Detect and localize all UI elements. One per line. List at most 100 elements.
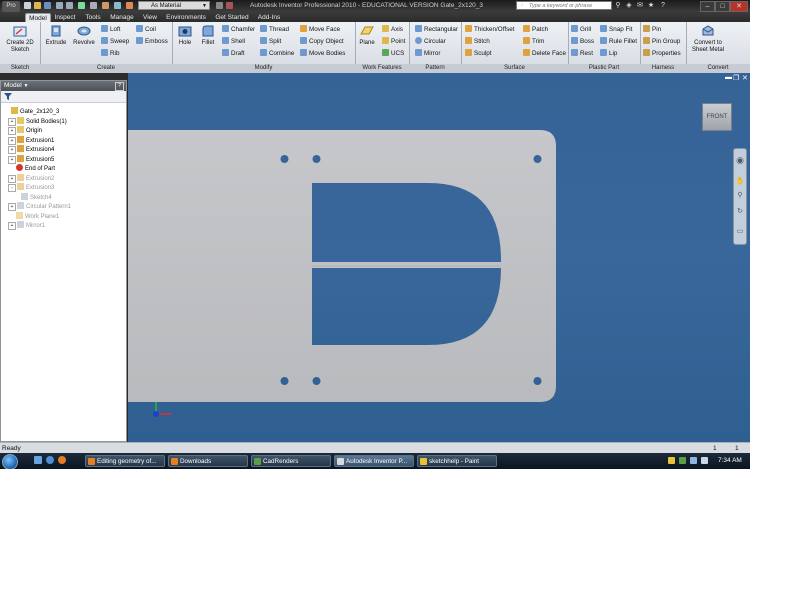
taskbar-item[interactable]: Autodesk Inventor P... bbox=[334, 455, 414, 467]
update-icon[interactable] bbox=[102, 2, 109, 9]
sweep-button[interactable]: Sweep bbox=[101, 37, 129, 47]
hole-button[interactable]: Hole bbox=[173, 24, 197, 62]
chamfer-button[interactable]: Chamfer bbox=[222, 25, 255, 35]
zoom-icon[interactable]: ⚲ bbox=[735, 191, 745, 201]
extrude-button[interactable]: Extrude bbox=[44, 24, 68, 62]
home-icon[interactable] bbox=[78, 2, 85, 9]
tree-item[interactable]: Work Plane1 bbox=[8, 211, 59, 221]
rib-button[interactable]: Rib bbox=[101, 49, 119, 59]
material-dropdown[interactable]: As Material ▼ bbox=[138, 1, 210, 10]
minimize-button[interactable]: – bbox=[700, 1, 715, 12]
circular-pattern-button[interactable]: Circular bbox=[415, 37, 446, 47]
tab-inspect[interactable]: Inspect bbox=[52, 13, 78, 22]
snap-fit-button[interactable]: Snap Fit bbox=[600, 25, 632, 35]
coil-button[interactable]: Coil bbox=[136, 25, 156, 35]
loft-button[interactable]: Loft bbox=[101, 25, 121, 35]
pan-icon[interactable]: ✋ bbox=[735, 177, 745, 187]
properties-button[interactable]: Properties bbox=[643, 49, 681, 59]
tab-environments[interactable]: Environments bbox=[163, 13, 209, 22]
expand-icon[interactable]: + bbox=[8, 117, 16, 126]
tree-item[interactable]: + Circular Pattern1 bbox=[8, 202, 71, 211]
tree-item[interactable]: + Extrusion5 bbox=[8, 154, 54, 164]
orbit-icon[interactable]: ↻ bbox=[735, 207, 745, 217]
expand-icon[interactable]: + bbox=[8, 136, 16, 145]
tree-item[interactable]: Sketch4 bbox=[13, 192, 52, 202]
tree-item[interactable]: + Extrusion2 bbox=[8, 173, 54, 183]
quick-access-more-icon[interactable] bbox=[226, 2, 233, 9]
taskbar-item[interactable]: sketchhelp - Paint bbox=[417, 455, 497, 467]
undo-icon[interactable] bbox=[56, 2, 63, 9]
tree-item[interactable]: + Extrusion4 bbox=[8, 145, 54, 154]
search-icon[interactable]: ⚲ bbox=[614, 2, 622, 10]
tab-get-started[interactable]: Get Started bbox=[212, 13, 252, 22]
save-icon[interactable] bbox=[44, 2, 51, 9]
move-face-button[interactable]: Move Face bbox=[300, 25, 340, 35]
expand-icon[interactable]: + bbox=[8, 155, 16, 164]
steering-wheel-icon[interactable]: ◉ bbox=[735, 155, 745, 165]
tab-add-ins[interactable]: Add-Ins bbox=[255, 13, 283, 22]
taskbar-item[interactable]: Downloads bbox=[168, 455, 248, 467]
delete-face-button[interactable]: Delete Face bbox=[523, 49, 566, 59]
help-icon[interactable]: ? bbox=[659, 2, 667, 10]
grill-button[interactable]: Grill bbox=[571, 25, 591, 35]
tray-warning-icon[interactable] bbox=[668, 457, 675, 464]
axis-button[interactable]: Axis bbox=[382, 25, 403, 35]
rule-fillet-button[interactable]: Rule Fillet bbox=[600, 37, 637, 47]
split-button[interactable]: Split bbox=[260, 37, 281, 47]
maximize-button[interactable]: □ bbox=[715, 1, 730, 12]
taskbar-item[interactable]: Editing geometry of... bbox=[85, 455, 165, 467]
pin-button[interactable]: Pin bbox=[643, 25, 661, 35]
clock[interactable]: 7:34 AM bbox=[718, 455, 742, 467]
properties-icon[interactable] bbox=[114, 2, 121, 9]
collapse-icon[interactable]: - bbox=[8, 184, 16, 192]
close-document-icon[interactable]: ✕ bbox=[742, 74, 748, 82]
plane-button[interactable]: Plane bbox=[355, 24, 379, 62]
thicken-offset-button[interactable]: Thicken/Offset bbox=[465, 25, 514, 35]
communication-icon[interactable]: ✉ bbox=[636, 2, 644, 10]
tray-monitor-icon[interactable] bbox=[690, 457, 697, 464]
combine-button[interactable]: Combine bbox=[260, 49, 294, 59]
tab-tools[interactable]: Tools bbox=[82, 13, 104, 22]
restore-document-icon[interactable]: ❐ bbox=[733, 74, 739, 82]
ucs-button[interactable]: UCS bbox=[382, 49, 404, 59]
point-button[interactable]: Point bbox=[382, 37, 405, 47]
tree-item[interactable]: + Origin bbox=[8, 126, 42, 135]
subscription-icon[interactable]: ◈ bbox=[625, 2, 633, 10]
expand-icon[interactable]: + bbox=[8, 146, 16, 154]
expand-icon[interactable]: + bbox=[8, 203, 16, 211]
tree-item[interactable]: Gate_2x120_3 bbox=[3, 107, 59, 116]
firefox-icon[interactable] bbox=[58, 456, 66, 464]
new-icon[interactable] bbox=[24, 2, 31, 9]
convert-to-sheet-metal-button[interactable]: Convert to Sheet Metal bbox=[688, 24, 728, 62]
taskbar-item[interactable]: CadRenders bbox=[251, 455, 331, 467]
pin-group-button[interactable]: Pin Group bbox=[643, 37, 680, 47]
open-icon[interactable] bbox=[34, 2, 41, 9]
tree-item[interactable]: End of Part bbox=[8, 164, 55, 173]
patch-button[interactable]: Patch bbox=[523, 25, 548, 35]
draft-button[interactable]: Draft bbox=[222, 49, 245, 59]
expand-icon[interactable]: + bbox=[8, 174, 16, 183]
tree-item[interactable]: + Extrusion1 bbox=[8, 135, 54, 145]
graphics-window[interactable] bbox=[128, 73, 750, 442]
thread-button[interactable]: Thread bbox=[260, 25, 289, 35]
trim-button[interactable]: Trim bbox=[523, 37, 544, 47]
revolve-button[interactable]: Revolve bbox=[72, 24, 96, 62]
rectangular-pattern-button[interactable]: Rectangular bbox=[415, 25, 458, 35]
application-menu-button[interactable]: Pro bbox=[2, 1, 20, 12]
lip-button[interactable]: Lip bbox=[600, 49, 617, 59]
close-button[interactable]: ✕ bbox=[730, 1, 748, 12]
tab-manage[interactable]: Manage bbox=[108, 13, 136, 22]
fillet-button[interactable]: Fillet bbox=[196, 24, 220, 62]
rest-button[interactable]: Rest bbox=[571, 49, 593, 59]
tree-item[interactable]: + Solid Bodies(1) bbox=[8, 116, 67, 126]
redo-icon[interactable] bbox=[66, 2, 73, 9]
filter-icon[interactable] bbox=[4, 93, 12, 100]
browser-header[interactable]: Model ▼ ? bbox=[1, 81, 126, 91]
minimize-document-icon[interactable]: ▬ bbox=[725, 74, 732, 81]
tree-item[interactable]: - Extrusion3 bbox=[8, 183, 54, 192]
viewcube[interactable]: FRONT bbox=[702, 103, 732, 131]
tray-network-icon[interactable] bbox=[679, 457, 686, 464]
shell-button[interactable]: Shell bbox=[222, 37, 245, 47]
mirror-button[interactable]: Mirror bbox=[415, 49, 440, 59]
appearance-icon[interactable] bbox=[216, 2, 223, 9]
